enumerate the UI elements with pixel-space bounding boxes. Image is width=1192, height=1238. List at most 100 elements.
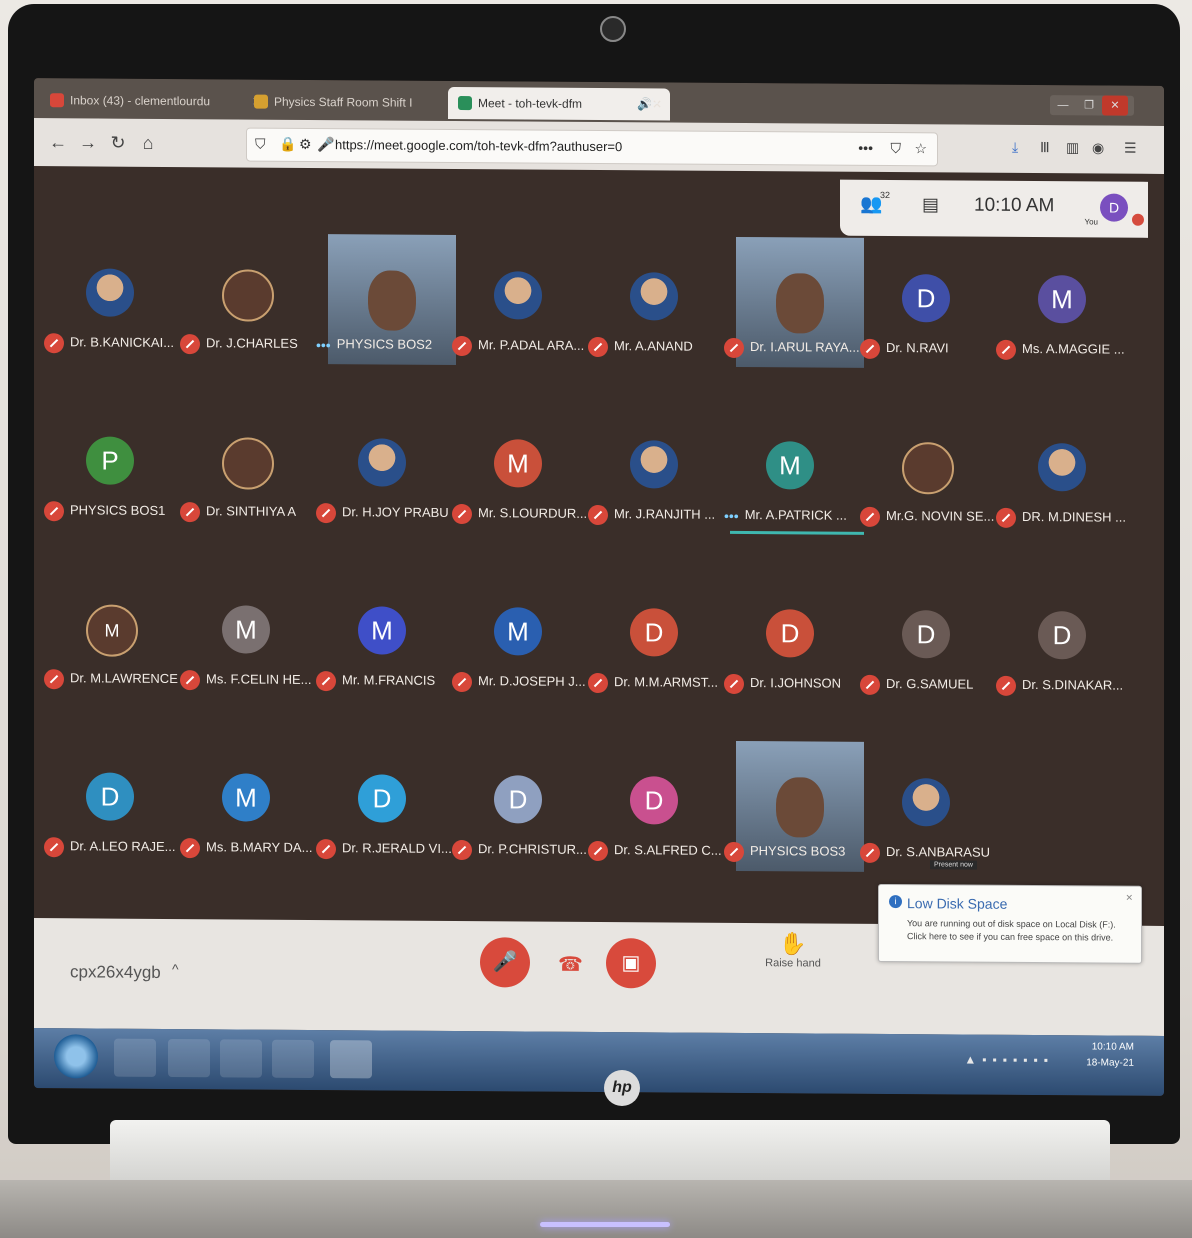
chevron-up-icon[interactable]: ^ bbox=[172, 961, 179, 977]
participant-tile[interactable]: D Dr. A.LEO RAJE... bbox=[44, 742, 184, 893]
you-label: You bbox=[1084, 217, 1099, 227]
participant-tile[interactable]: M Ms. A.MAGGIE ... bbox=[996, 245, 1136, 396]
close-icon[interactable]: ✕ bbox=[1125, 893, 1133, 904]
participant-label: Mr.G. NOVIN SE... bbox=[860, 504, 1010, 529]
sidebar-icon[interactable]: ▥ bbox=[1066, 139, 1079, 156]
participant-label: Dr. S.ALFRED C... bbox=[588, 838, 738, 863]
active-speaker-bar bbox=[730, 530, 864, 535]
participant-tile[interactable]: DR. M.DINESH ... bbox=[996, 413, 1136, 564]
tray-icons[interactable]: ▲▪▪▪▪▪▪▪ bbox=[964, 1053, 1054, 1068]
forward-icon[interactable]: → bbox=[74, 130, 102, 154]
firefox-icon[interactable] bbox=[330, 1040, 372, 1079]
participant-label: Mr. D.JOSEPH J... bbox=[452, 669, 602, 694]
participant-tile[interactable]: Mr. J.RANJITH ... bbox=[588, 410, 728, 561]
participant-tile[interactable]: D Dr. I.JOHNSON bbox=[724, 579, 864, 730]
mic-muted-icon bbox=[588, 504, 608, 525]
my-avatar[interactable]: D bbox=[1100, 193, 1128, 222]
system-clock[interactable]: 10:10 AM 18-May-21 bbox=[1086, 1039, 1134, 1071]
participant-tile[interactable]: M Mr. D.JOSEPH J... bbox=[452, 577, 592, 728]
start-button[interactable] bbox=[54, 1034, 98, 1079]
tab-physics-staff[interactable]: Physics Staff Room Shift I ✕ bbox=[244, 86, 474, 120]
participant-tile[interactable]: Dr. H.JOY PRABU bbox=[316, 408, 456, 559]
new-tab-button[interactable]: + bbox=[646, 88, 659, 118]
chrome-icon[interactable] bbox=[220, 1039, 262, 1078]
participant-tile[interactable]: PHYSICS BOS3 bbox=[724, 740, 864, 898]
mic-muted-icon bbox=[44, 332, 64, 353]
participant-tile[interactable]: Dr. S.ANBARASU Present now bbox=[860, 748, 1000, 899]
pocket-icon[interactable]: ⛉ bbox=[891, 140, 902, 157]
participant-tile[interactable]: Mr. A.ANAND bbox=[588, 242, 728, 393]
participant-tile[interactable]: P PHYSICS BOS1 bbox=[44, 406, 184, 557]
participant-tile[interactable]: D Dr. S.ALFRED C... bbox=[588, 746, 728, 897]
mic-active-icon[interactable]: 🎤 bbox=[317, 136, 334, 153]
close-window-icon[interactable]: ✕ bbox=[1102, 95, 1128, 116]
mic-muted-icon bbox=[996, 675, 1016, 696]
participant-label: Mr. J.RANJITH ... bbox=[588, 502, 738, 527]
explorer-icon[interactable] bbox=[114, 1038, 156, 1077]
participant-name: Mr. P.ADAL ARA... bbox=[478, 337, 585, 353]
participant-tile[interactable]: M Mr. S.LOURDUR... bbox=[452, 409, 592, 560]
download-icon[interactable]: ⤓ bbox=[1012, 139, 1018, 156]
participant-tile[interactable]: M Ms. B.MARY DA... bbox=[180, 743, 320, 894]
permissions-icon[interactable]: ⚙ bbox=[299, 136, 312, 153]
bookmark-star-icon[interactable]: ☆ bbox=[914, 140, 927, 157]
participant-avatar: D bbox=[494, 775, 542, 824]
hang-up-button[interactable]: ☎ bbox=[558, 952, 583, 977]
mic-off-button[interactable]: 🎤 bbox=[480, 937, 530, 988]
raise-hand-button[interactable]: ✋ Raise hand bbox=[760, 931, 826, 969]
participant-name: Ms. F.CELIN HE... bbox=[206, 671, 312, 687]
participant-tile[interactable]: M Ms. F.CELIN HE... bbox=[180, 575, 320, 726]
participant-tile[interactable]: D Dr. S.DINAKAR... bbox=[996, 581, 1136, 732]
hp-logo: hp bbox=[604, 1070, 640, 1106]
participant-label: Dr. H.JOY PRABU bbox=[316, 500, 466, 525]
participant-label: Dr. B.KANICKAI... bbox=[44, 330, 194, 355]
tab-inbox[interactable]: Inbox (43) - clementlourdu ✕ bbox=[40, 84, 270, 118]
lock-icon[interactable]: 🔒 bbox=[279, 136, 296, 153]
shield-icon[interactable]: ⛉ bbox=[255, 136, 266, 153]
participant-name: PHYSICS BOS3 bbox=[750, 843, 846, 859]
reload-icon[interactable]: ↻ bbox=[104, 131, 132, 155]
address-bar[interactable]: ⛉ 🔒 ⚙ 🎤 https://meet.google.com/toh-tevk… bbox=[246, 127, 938, 167]
participant-tile[interactable]: Dr. SINTHIYA A bbox=[180, 407, 320, 558]
participant-tile[interactable]: Dr. J.CHARLES bbox=[180, 239, 320, 390]
participant-tile[interactable]: Mr. P.ADAL ARA... bbox=[452, 241, 592, 392]
minimize-icon[interactable]: — bbox=[1050, 95, 1076, 115]
participant-tile[interactable]: D Dr. N.RAVI bbox=[860, 244, 1000, 395]
word-icon[interactable] bbox=[272, 1039, 314, 1079]
participant-tile[interactable]: Mr.G. NOVIN SE... bbox=[860, 412, 1000, 563]
participant-name: Dr. H.JOY PRABU bbox=[342, 504, 449, 520]
participant-tile[interactable]: Dr. I.ARUL RAYA... bbox=[724, 236, 864, 394]
home-icon[interactable]: ⌂ bbox=[134, 131, 162, 155]
participant-avatar bbox=[222, 269, 274, 322]
more-icon[interactable]: ••• bbox=[858, 140, 873, 156]
participant-tile[interactable]: D Dr. G.SAMUEL bbox=[860, 580, 1000, 731]
participant-avatar: M bbox=[1038, 275, 1086, 324]
powerpoint-icon[interactable] bbox=[168, 1038, 210, 1078]
participant-tile[interactable]: D Dr. P.CHRISTUR... bbox=[452, 745, 592, 896]
menu-icon[interactable]: ☰ bbox=[1124, 140, 1137, 157]
low-disk-notification[interactable]: i Low Disk Space ✕ You are running out o… bbox=[878, 883, 1142, 964]
participant-tile[interactable]: ••• PHYSICS BOS2 bbox=[316, 234, 456, 391]
participant-name: PHYSICS BOS2 bbox=[336, 336, 433, 352]
mic-muted-icon bbox=[724, 673, 744, 694]
participant-tile[interactable]: M Mr. M.FRANCIS bbox=[316, 576, 456, 727]
account-icon[interactable]: ◉ bbox=[1092, 139, 1104, 156]
restore-icon[interactable]: ❐ bbox=[1076, 95, 1102, 115]
tab-label: Physics Staff Room Shift I bbox=[274, 94, 413, 110]
meeting-code[interactable]: cpx26x4ygb bbox=[70, 962, 161, 983]
participant-count: 32 bbox=[880, 189, 891, 201]
chat-icon[interactable]: ▤ bbox=[922, 194, 939, 215]
tab-meet[interactable]: Meet - toh-tevk-dfm 🔊✕ bbox=[448, 86, 670, 121]
mic-off-icon: 🎤 bbox=[492, 951, 518, 974]
camera-off-button[interactable]: ▣ bbox=[606, 938, 656, 989]
participant-tile[interactable]: Dr. B.KANICKAI... bbox=[44, 238, 184, 389]
library-icon[interactable]: Ⅲ bbox=[1040, 139, 1050, 156]
participant-tile[interactable]: D Dr. M.M.ARMST... bbox=[588, 578, 728, 729]
back-icon[interactable]: ← bbox=[44, 130, 72, 154]
participant-tile[interactable]: M Dr. M.LAWRENCE bbox=[44, 574, 184, 725]
participant-tile[interactable]: D Dr. R.JERALD VI... bbox=[316, 744, 456, 895]
participant-name: Dr. N.RAVI bbox=[886, 340, 949, 356]
participant-label: Dr. I.JOHNSON bbox=[724, 671, 874, 696]
participant-avatar: M bbox=[358, 606, 406, 655]
participant-tile[interactable]: M ••• Mr. A.PATRICK ... bbox=[724, 411, 864, 562]
